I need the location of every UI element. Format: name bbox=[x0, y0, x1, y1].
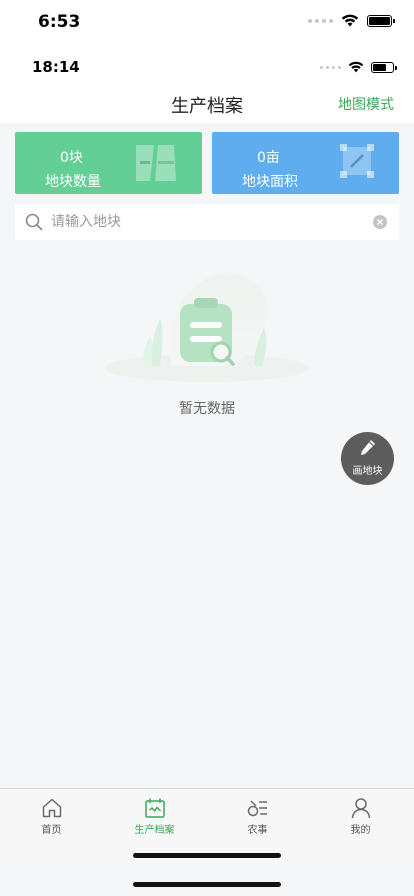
search-icon bbox=[25, 213, 43, 231]
clear-icon[interactable] bbox=[373, 215, 387, 229]
cellular-signal-icon bbox=[308, 18, 333, 23]
plot-area-label: 地块面积 bbox=[242, 174, 298, 190]
draw-plot-label: 画地块 bbox=[352, 466, 383, 477]
map-mode-button[interactable]: 地图模式 bbox=[338, 94, 394, 114]
tab-farm-work[interactable]: 农事 bbox=[206, 797, 309, 836]
tab-farm-work-label: 农事 bbox=[247, 825, 268, 836]
wifi-icon bbox=[348, 61, 364, 73]
tab-mine-label: 我的 bbox=[350, 825, 371, 836]
area-measure-icon bbox=[340, 144, 374, 178]
empty-data-illustration bbox=[105, 273, 309, 382]
plot-area-card: 0亩 地块面积 bbox=[212, 132, 399, 194]
plot-search-bar bbox=[15, 204, 399, 240]
farm-work-icon bbox=[247, 800, 267, 817]
system-status-bar: 6:53 bbox=[0, 0, 414, 44]
pencil-icon bbox=[361, 440, 375, 455]
battery-icon bbox=[367, 14, 395, 27]
status-time-inner: 18:14 bbox=[32, 58, 80, 76]
plot-count-value: 0块 bbox=[60, 150, 83, 166]
tab-home[interactable]: 首页 bbox=[0, 797, 103, 836]
system-home-indicator bbox=[133, 882, 281, 887]
plot-count-label: 地块数量 bbox=[45, 174, 101, 190]
app-status-bar: 18:14 bbox=[0, 52, 414, 82]
draw-plot-button[interactable]: 画地块 bbox=[341, 432, 394, 485]
tab-production-records[interactable]: 生产档案 bbox=[103, 797, 206, 836]
plot-area-value: 0亩 bbox=[257, 150, 280, 166]
empty-message: 暂无数据 bbox=[179, 401, 235, 417]
nav-header: 生产档案 地图模式 bbox=[0, 84, 414, 122]
home-icon bbox=[42, 798, 61, 818]
home-indicator bbox=[133, 853, 281, 858]
tab-production-records-label: 生产档案 bbox=[134, 825, 175, 836]
plot-count-card: 0块 地块数量 bbox=[15, 132, 202, 194]
status-time: 6:53 bbox=[38, 12, 81, 32]
wifi-icon bbox=[341, 14, 359, 27]
battery-icon bbox=[371, 61, 397, 73]
cellular-signal-icon bbox=[320, 65, 341, 69]
tab-home-label: 首页 bbox=[41, 825, 62, 836]
calendar-icon bbox=[144, 798, 165, 818]
tab-mine[interactable]: 我的 bbox=[309, 797, 412, 836]
user-icon bbox=[351, 798, 370, 819]
plot-search-input[interactable] bbox=[51, 204, 371, 240]
plot-map-icon bbox=[136, 145, 176, 181]
